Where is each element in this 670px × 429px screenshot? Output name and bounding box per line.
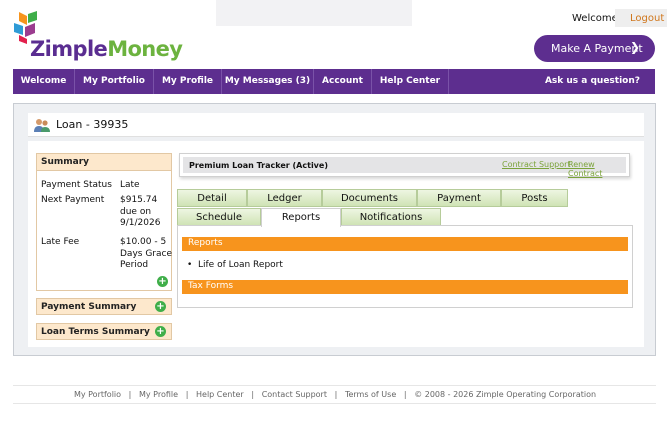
tab-schedule[interactable]: Schedule xyxy=(177,208,261,226)
nav-item-help-center[interactable]: Help Center xyxy=(372,69,449,94)
loan-terms-summary-label: Loan Terms Summary xyxy=(41,327,150,337)
loan-terms-summary-box[interactable]: Loan Terms Summary + xyxy=(36,323,172,340)
top-banner-strip xyxy=(216,0,412,26)
nav-item-account[interactable]: Account xyxy=(314,69,372,94)
summary-box: Summary Payment Status Late Next Payment… xyxy=(36,153,172,291)
footer-link-my-portfolio[interactable]: My Portfolio xyxy=(74,390,121,399)
payment-status-value: Late xyxy=(120,180,140,190)
tab-reports[interactable]: Reports xyxy=(261,208,341,227)
footer-separator: | xyxy=(396,390,415,399)
tracker-title: Premium Loan Tracker (Active) xyxy=(189,161,328,170)
loan-title-bar: Loan - 39935 xyxy=(28,113,644,137)
late-fee-label: Late Fee xyxy=(41,237,80,247)
logo-wordmark: ZimpleMoney xyxy=(30,37,183,61)
footer-separator: | xyxy=(121,390,139,399)
reports-heading: Reports xyxy=(182,237,628,251)
tab-ledger[interactable]: Ledger xyxy=(247,189,322,207)
loan-terms-plus-icon[interactable]: + xyxy=(155,326,166,337)
payment-summary-box[interactable]: Payment Summary + xyxy=(36,298,172,315)
footer-separator: | xyxy=(326,390,345,399)
people-icon xyxy=(34,119,50,132)
nav-item-my-messages[interactable]: My Messages (3) xyxy=(222,69,314,94)
loan-title: Loan - 39935 xyxy=(56,118,129,131)
life-of-loan-report-link[interactable]: Life of Loan Report xyxy=(187,260,283,270)
tab-payment[interactable]: Payment xyxy=(417,189,501,207)
payment-status-label: Payment Status xyxy=(41,180,112,190)
footer-divider-top xyxy=(13,385,656,386)
expand-summary-plus-icon[interactable]: + xyxy=(157,276,168,287)
footer-separator: | xyxy=(243,390,262,399)
nav-item-welcome[interactable]: Welcome xyxy=(13,69,75,94)
loan-tracker-bar: Premium Loan Tracker (Active) Contract S… xyxy=(179,153,630,178)
late-fee-value: $10.00 - 5 Days Grace Period xyxy=(120,237,172,270)
footer-link-terms-of-use[interactable]: Terms of Use xyxy=(345,390,396,399)
nav-item-my-portfolio[interactable]: My Portfolio xyxy=(75,69,154,94)
next-payment-label: Next Payment xyxy=(41,195,105,205)
make-payment-label: Make A Payment xyxy=(551,42,643,55)
logout-link[interactable]: Logout xyxy=(615,9,667,27)
footer-copyright: © 2008 - 2026 Zimple Operating Corporati… xyxy=(414,390,597,399)
logo-word-zimple: Zimple xyxy=(30,37,108,61)
contract-support-link[interactable]: Contract Support xyxy=(502,160,571,169)
make-payment-button[interactable]: Make A Payment ❯ xyxy=(534,35,655,62)
welcome-text: Welcome xyxy=(572,13,618,24)
tab-posts[interactable]: Posts xyxy=(501,189,568,207)
loan-content: Summary Payment Status Late Next Payment… xyxy=(28,141,644,347)
chevron-right-icon: ❯ xyxy=(629,40,640,54)
footer-link-contact-support[interactable]: Contact Support xyxy=(262,390,327,399)
nav-item-my-profile[interactable]: My Profile xyxy=(154,69,222,94)
main-nav: Welcome My Portfolio My Profile My Messa… xyxy=(13,69,655,94)
footer-divider-bottom xyxy=(13,403,656,404)
summary-heading: Summary xyxy=(37,154,171,171)
logo-word-money: Money xyxy=(107,37,183,61)
reports-tab-panel: Reports Life of Loan Report Tax Forms xyxy=(177,225,633,308)
main-panel: Loan - 39935 Summary Payment Status Late… xyxy=(13,103,656,356)
payment-summary-label: Payment Summary xyxy=(41,302,137,312)
payment-summary-plus-icon[interactable]: + xyxy=(155,301,166,312)
footer-separator: | xyxy=(178,390,197,399)
tab-documents[interactable]: Documents xyxy=(322,189,417,207)
nav-ask-question[interactable]: Ask us a question? xyxy=(545,69,640,94)
tab-notifications[interactable]: Notifications xyxy=(341,208,441,226)
zimple-money-logo[interactable]: ZimpleMoney xyxy=(13,10,183,62)
tab-detail[interactable]: Detail xyxy=(177,189,247,207)
tax-forms-heading: Tax Forms xyxy=(182,280,628,294)
renew-contract-link[interactable]: Renew Contract xyxy=(568,160,626,178)
footer-link-my-profile[interactable]: My Profile xyxy=(139,390,178,399)
next-payment-value: $915.74 due on 9/1/2026 xyxy=(120,195,161,228)
footer-link-help-center[interactable]: Help Center xyxy=(196,390,244,399)
loan-tracker-inner: Premium Loan Tracker (Active) Contract S… xyxy=(183,157,626,178)
footer: My Portfolio | My Profile | Help Center … xyxy=(0,390,670,399)
